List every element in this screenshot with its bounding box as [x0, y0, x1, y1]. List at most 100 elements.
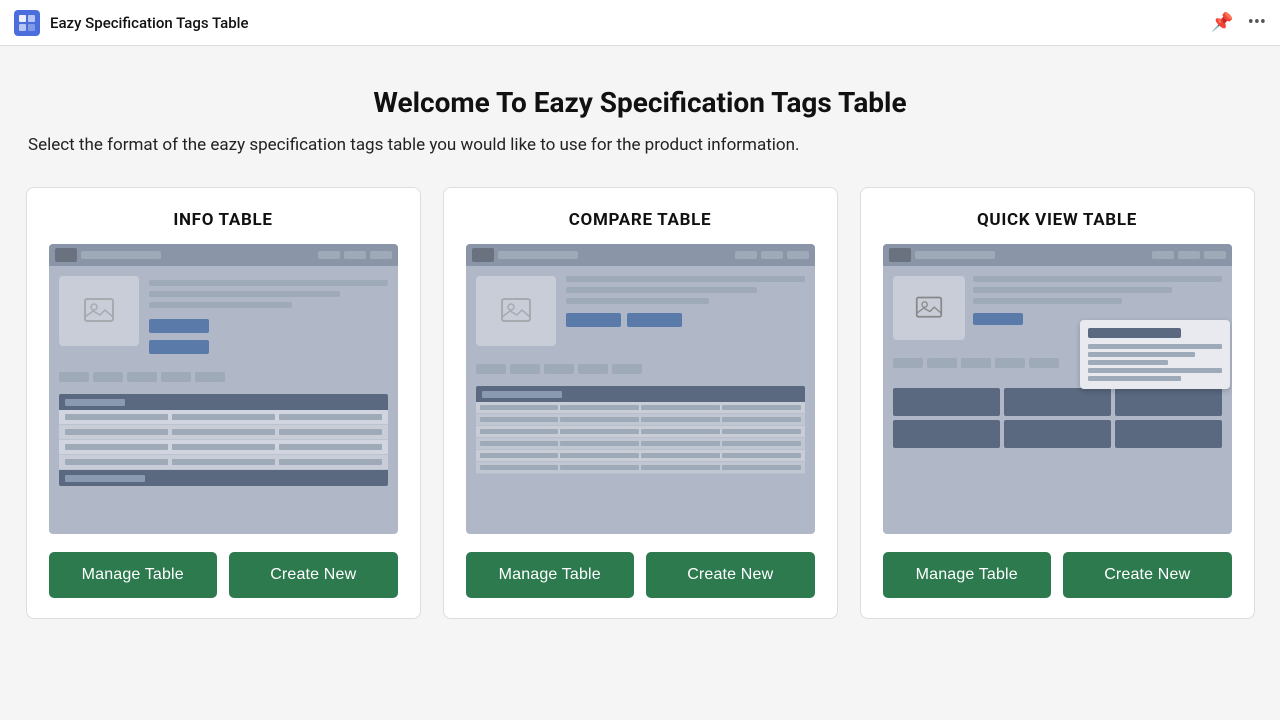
mock-table-footer [59, 470, 388, 486]
mock-cl-1 [566, 276, 805, 282]
mock-qv-cell-4 [893, 420, 1000, 448]
quick-view-table-create-button[interactable]: Create New [1063, 552, 1232, 598]
cards-container: INFO TABLE [24, 187, 1256, 619]
info-table-manage-button[interactable]: Manage Table [49, 552, 218, 598]
pin-icon[interactable]: 📌 [1211, 12, 1233, 33]
mock-big-row-6 [476, 462, 805, 474]
mock-cell-8 [172, 444, 275, 450]
mock-bc-8 [722, 417, 801, 422]
mock-big-row-2 [476, 414, 805, 426]
mock-qv-l3 [973, 298, 1122, 304]
mock-line-1 [149, 280, 388, 286]
mock-bc-23 [641, 465, 720, 470]
mock-tag-q3 [961, 358, 991, 368]
compare-table-manage-button[interactable]: Manage Table [466, 552, 635, 598]
mock-bc-24 [722, 465, 801, 470]
mock-bc-18 [560, 453, 639, 458]
mock-cbtn-1 [566, 313, 621, 327]
mock-bc-2 [560, 405, 639, 410]
mock-info-lines [149, 276, 388, 354]
mock-dot-c1 [735, 251, 757, 259]
mock-body [49, 266, 398, 496]
mock-lines-2 [735, 251, 809, 259]
mock-overlay-card [1080, 320, 1230, 389]
mock-bc-22 [560, 465, 639, 470]
quick-view-table-manage-button[interactable]: Manage Table [883, 552, 1052, 598]
mock-lines [318, 251, 392, 259]
mock-cell-11 [172, 459, 275, 465]
mock-table-row-3 [59, 440, 388, 455]
mock-bc-14 [560, 441, 639, 446]
mock-dot-3 [370, 251, 392, 259]
mock-compare-upper [476, 276, 805, 346]
mock-line-2 [149, 291, 340, 297]
mock-cell-7 [65, 444, 168, 450]
mock-big-row-5 [476, 450, 805, 462]
top-bar-title: Eazy Specification Tags Table [50, 14, 249, 32]
mock-line-3 [149, 302, 292, 308]
mock-qv-cell-5 [1004, 420, 1111, 448]
more-options-icon[interactable]: ••• [1248, 12, 1266, 33]
mock-bc-10 [560, 429, 639, 434]
mock-bc-21 [480, 465, 559, 470]
info-table-buttons: Manage Table Create New [49, 552, 398, 598]
mock-tag-q4 [995, 358, 1025, 368]
mock-info-upper [59, 276, 388, 354]
page-title: Welcome To Eazy Specification Tags Table [24, 86, 1256, 119]
mock-cbtn-2 [627, 313, 682, 327]
mock-cell-2 [172, 414, 275, 420]
mock-cell-5 [172, 429, 275, 435]
mock-qv-grid [893, 388, 1222, 448]
compare-table-card: COMPARE TABLE [443, 187, 838, 619]
compare-table-buttons: Manage Table Create New [466, 552, 815, 598]
mock-tag-q2 [927, 358, 957, 368]
mock-square-3 [889, 248, 911, 262]
info-table-preview [49, 244, 398, 534]
mock-overlay-header [1088, 328, 1182, 338]
mock-tag-c2 [510, 364, 540, 374]
mock-bc-1 [480, 405, 559, 410]
mock-big-row-1 [476, 402, 805, 414]
mock-bc-9 [480, 429, 559, 434]
mock-tags-row [59, 372, 388, 382]
mock-bc-19 [641, 453, 720, 458]
mock-qv-content [893, 380, 1222, 448]
mock-table-header [59, 394, 388, 410]
mock-header-text [65, 399, 125, 406]
mock-btn-2 [149, 340, 209, 354]
mock-overlay-l2 [1088, 352, 1195, 357]
mock-footer-text [65, 475, 145, 482]
mock-overlay-l3 [1088, 360, 1168, 365]
mock-cell-3 [279, 414, 382, 420]
main-content: Welcome To Eazy Specification Tags Table… [0, 46, 1280, 720]
mock-bc-7 [641, 417, 720, 422]
info-table-create-button[interactable]: Create New [229, 552, 398, 598]
mock-tag-4 [161, 372, 191, 382]
compare-table-create-button[interactable]: Create New [646, 552, 815, 598]
mock-tag-1 [59, 372, 89, 382]
mock-cell-10 [65, 459, 168, 465]
mock-qv-cell-1 [893, 388, 1000, 416]
mock-bc-15 [641, 441, 720, 446]
mock-tags-row-2 [476, 364, 805, 374]
mock-bc-16 [722, 441, 801, 446]
mock-line-q [915, 251, 995, 259]
info-table-title: INFO TABLE [49, 210, 398, 230]
mock-tag-5 [195, 372, 225, 382]
mock-bc-5 [480, 417, 559, 422]
mock-bc-11 [641, 429, 720, 434]
mock-bc-13 [480, 441, 559, 446]
mock-line-c [498, 251, 578, 259]
mock-cl-3 [566, 298, 709, 304]
mock-big-header [476, 386, 805, 402]
top-bar-left: Eazy Specification Tags Table [14, 10, 249, 36]
mock-tag-3 [127, 372, 157, 382]
mock-table-row-2 [59, 425, 388, 440]
mock-big-row-3 [476, 426, 805, 438]
mock-dot-c2 [761, 251, 783, 259]
mock-tag-c4 [578, 364, 608, 374]
mock-dot [318, 251, 340, 259]
mock-body-3 [883, 266, 1232, 458]
mock-btn-1 [149, 319, 209, 333]
app-icon [14, 10, 40, 36]
